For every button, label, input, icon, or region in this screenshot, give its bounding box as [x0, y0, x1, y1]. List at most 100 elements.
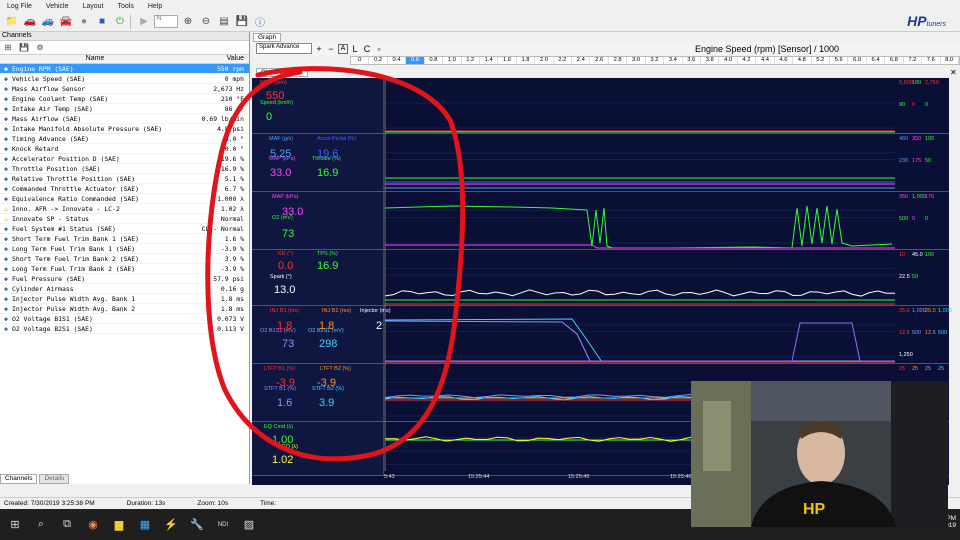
scale-tick[interactable]: 5.6	[830, 57, 849, 64]
scale-tick[interactable]: 0.8	[425, 57, 444, 64]
wrench-icon[interactable]: 🔧	[186, 514, 208, 536]
tab-details[interactable]: Details	[39, 474, 70, 484]
channel-row[interactable]: ⚠ Innovate SP - Status Normal	[0, 214, 249, 224]
channel-row[interactable]: ◆ Fuel System #1 Status (SAE) CL - Normal	[0, 224, 249, 234]
scale-tick[interactable]: 6.4	[867, 57, 886, 64]
zoom-out-icon[interactable]: ⊖	[198, 14, 214, 30]
add-channel-icon[interactable]: ⊞	[2, 42, 14, 54]
vehicle-connect-icon[interactable]: 🚙	[40, 14, 56, 30]
channel-row[interactable]: ◆ Commanded Throttle Actuator (SAE) 6.7 %	[0, 184, 249, 194]
channel-row[interactable]: ◆ Fuel Pressure (SAE) 57.9 psi	[0, 274, 249, 284]
scale-tick[interactable]: 5.2	[812, 57, 830, 64]
channel-row[interactable]: ◆ Knock Retard 0.0 °	[0, 144, 249, 154]
menu-item[interactable]: Vehicle	[39, 3, 76, 12]
channel-row[interactable]: ◆ Mass Airflow Sensor 2,673 Hz	[0, 84, 249, 94]
channel-row[interactable]: ◆ Mass Airflow (SAE) 0.69 lb/min	[0, 114, 249, 124]
menu-item[interactable]: Log File	[0, 3, 39, 12]
channel-row[interactable]: ◆ Vehicle Speed (SAE) 0 mph	[0, 74, 249, 84]
scale-tick[interactable]: 3.8	[701, 57, 720, 64]
channel-row[interactable]: ◆ Short Term Fuel Trim Bank 1 (SAE) 1.6 %	[0, 234, 249, 244]
graph-channel-select[interactable]: Spark Advance	[256, 43, 312, 54]
channel-row[interactable]: ◆ Intake Manifold Absolute Pressure (SAE)…	[0, 124, 249, 134]
chart-icon[interactable]: ▫	[374, 44, 384, 54]
channel-row[interactable]: ◆ O2 Voltage B1S1 (SAE) 0.073 V	[0, 314, 249, 324]
scale-tick[interactable]: 1.4	[480, 57, 499, 64]
scale-tick[interactable]: 0.6	[406, 57, 425, 64]
windows-start-icon[interactable]: ⊞	[4, 514, 26, 536]
graph-l-button[interactable]: L	[350, 44, 360, 54]
scale-tick[interactable]: 3.4	[664, 57, 683, 64]
scale-tick[interactable]: 6.0	[848, 57, 867, 64]
scale-tick[interactable]: 3.0	[627, 57, 646, 64]
graph-a-button[interactable]: A	[338, 43, 348, 54]
menu-item[interactable]: Help	[141, 3, 169, 12]
playback-speed-select[interactable]: N	[154, 15, 178, 28]
save-icon[interactable]: 💾	[234, 14, 250, 30]
scale-tick[interactable]: 1.8	[517, 57, 536, 64]
save-channels-icon[interactable]: 💾	[18, 42, 30, 54]
play-icon[interactable]: ▶	[136, 14, 152, 30]
close-chart-icon[interactable]: ✕	[950, 68, 957, 77]
menu-item[interactable]: Tools	[111, 3, 141, 12]
scale-tick[interactable]: 4.2	[738, 57, 757, 64]
chrome-icon[interactable]: ◉	[82, 514, 104, 536]
graph-icon[interactable]: ▤	[216, 14, 232, 30]
column-value[interactable]: Value	[190, 55, 248, 63]
scale-tick[interactable]: 4.4	[756, 57, 775, 64]
scale-tick[interactable]: 1.0	[443, 57, 462, 64]
scale-tick[interactable]: 0.4	[388, 57, 407, 64]
scale-tick[interactable]: 4.6	[775, 57, 794, 64]
scale-tick[interactable]: 2.6	[590, 57, 609, 64]
photos-icon[interactable]: ▨	[238, 514, 260, 536]
channel-row[interactable]: ◆ Long Term Fuel Trim Bank 1 (SAE) -3.9 %	[0, 244, 249, 254]
file-explorer-icon[interactable]: ▆	[108, 514, 130, 536]
ndi-icon[interactable]: NDI	[212, 514, 234, 536]
scale-tick[interactable]: 4.8	[793, 57, 812, 64]
power-icon[interactable]: ⏻	[112, 14, 128, 30]
menu-item[interactable]: Layout	[75, 3, 110, 12]
search-icon[interactable]: ⌕	[30, 514, 52, 536]
column-name[interactable]: Name	[0, 55, 190, 63]
scale-tick[interactable]: 1.2	[462, 57, 480, 64]
channel-row[interactable]: ◆ Injector Pulse Width Avg. Bank 2 1.8 ms	[0, 304, 249, 314]
channel-row[interactable]: ◆ Cylinder Airmass 0.16 g	[0, 284, 249, 294]
scale-tick[interactable]: 0.2	[369, 57, 388, 64]
record-icon[interactable]: ●	[76, 14, 92, 30]
car-icon[interactable]: 🚘	[58, 14, 74, 30]
channel-row[interactable]: ◆ Long Term Fuel Trim Bank 2 (SAE) -3.9 %	[0, 264, 249, 274]
lightning-icon[interactable]: ⚡	[160, 514, 182, 536]
tab-channels[interactable]: Channels	[0, 474, 38, 484]
tab-graph[interactable]: Graph	[253, 33, 282, 42]
channel-row[interactable]: ◆ Injector Pulse Width Avg. Bank 1 1.8 ms	[0, 294, 249, 304]
channel-row[interactable]: ◆ Equivalence Ratio Commanded (SAE) 1.000 …	[0, 194, 249, 204]
channel-row[interactable]: ◆ Accelerator Position D (SAE) 19.6 %	[0, 154, 249, 164]
remove-icon[interactable]: −	[326, 44, 336, 54]
scale-tick[interactable]: 2.2	[554, 57, 573, 64]
scale-tick[interactable]: 7.6	[922, 57, 941, 64]
open-folder-icon[interactable]: 📁	[4, 14, 20, 30]
vehicle-icon[interactable]: 🚗	[22, 14, 38, 30]
scale-tick[interactable]: 7.2	[904, 57, 923, 64]
channel-row[interactable]: ◆ Intake Air Temp (SAE) 86 °F	[0, 104, 249, 114]
app-icon[interactable]: ▦	[134, 514, 156, 536]
scale-tick[interactable]: 2.8	[609, 57, 628, 64]
channel-row[interactable]: ◆ O2 Voltage B2S1 (SAE) 0.113 V	[0, 324, 249, 334]
scale-tick[interactable]: 3.2	[646, 57, 665, 64]
graph-c-button[interactable]: C	[362, 44, 372, 54]
scale-tick[interactable]: 1.6	[498, 57, 517, 64]
channel-row[interactable]: ◆ Throttle Position (SAE) 16.9 %	[0, 164, 249, 174]
settings-icon[interactable]: ⚙	[34, 42, 46, 54]
tab-chart-vs-time[interactable]: Chart vs. Time	[256, 68, 308, 77]
scale-tick[interactable]: 3.6	[683, 57, 702, 64]
channel-row[interactable]: ◆ Engine RPM (SAE) 550 rpm	[0, 64, 249, 74]
channel-row[interactable]: ◆ Timing Advance (SAE) 3.0 °	[0, 134, 249, 144]
info-icon[interactable]: ⓘ	[252, 14, 268, 30]
add-icon[interactable]: +	[314, 44, 324, 54]
scale-tick[interactable]: 2.0	[535, 57, 554, 64]
task-view-icon[interactable]: ⧉	[56, 514, 78, 536]
channel-row[interactable]: ◆ Engine Coolant Temp (SAE) 210 °F	[0, 94, 249, 104]
channel-row[interactable]: ◆ Short Term Fuel Trim Bank 2 (SAE) 3.9 %	[0, 254, 249, 264]
scale-tick[interactable]: 0	[351, 57, 370, 64]
stop-icon[interactable]: ■	[94, 14, 110, 30]
channel-row[interactable]: ⚠ Inno. AFR -> Innovate - LC-2 1.02 λ	[0, 204, 249, 214]
